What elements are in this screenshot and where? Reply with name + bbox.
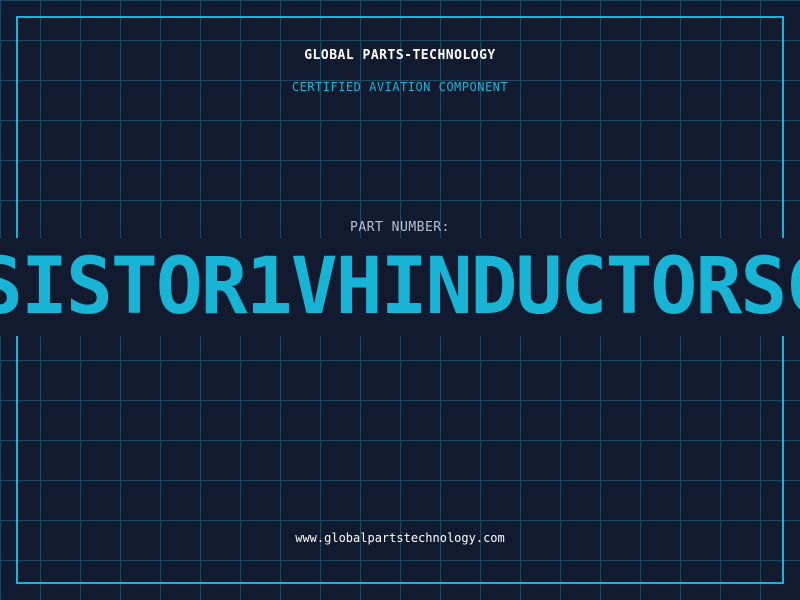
part-number-value: SISTOR1VHINDUCTORSC <box>0 242 800 332</box>
certification-subtitle: CERTIFIED AVIATION COMPONENT <box>291 80 509 94</box>
website-url: www.globalpartstechnology.com <box>295 531 505 545</box>
company-name: GLOBAL PARTS-TECHNOLOGY <box>304 48 496 63</box>
part-number-label: PART NUMBER: <box>350 220 450 235</box>
label-card: GLOBAL PARTS-TECHNOLOGY CERTIFIED AVIATI… <box>0 0 800 600</box>
part-number-band: SISTOR1VHINDUCTORSC <box>0 238 800 336</box>
